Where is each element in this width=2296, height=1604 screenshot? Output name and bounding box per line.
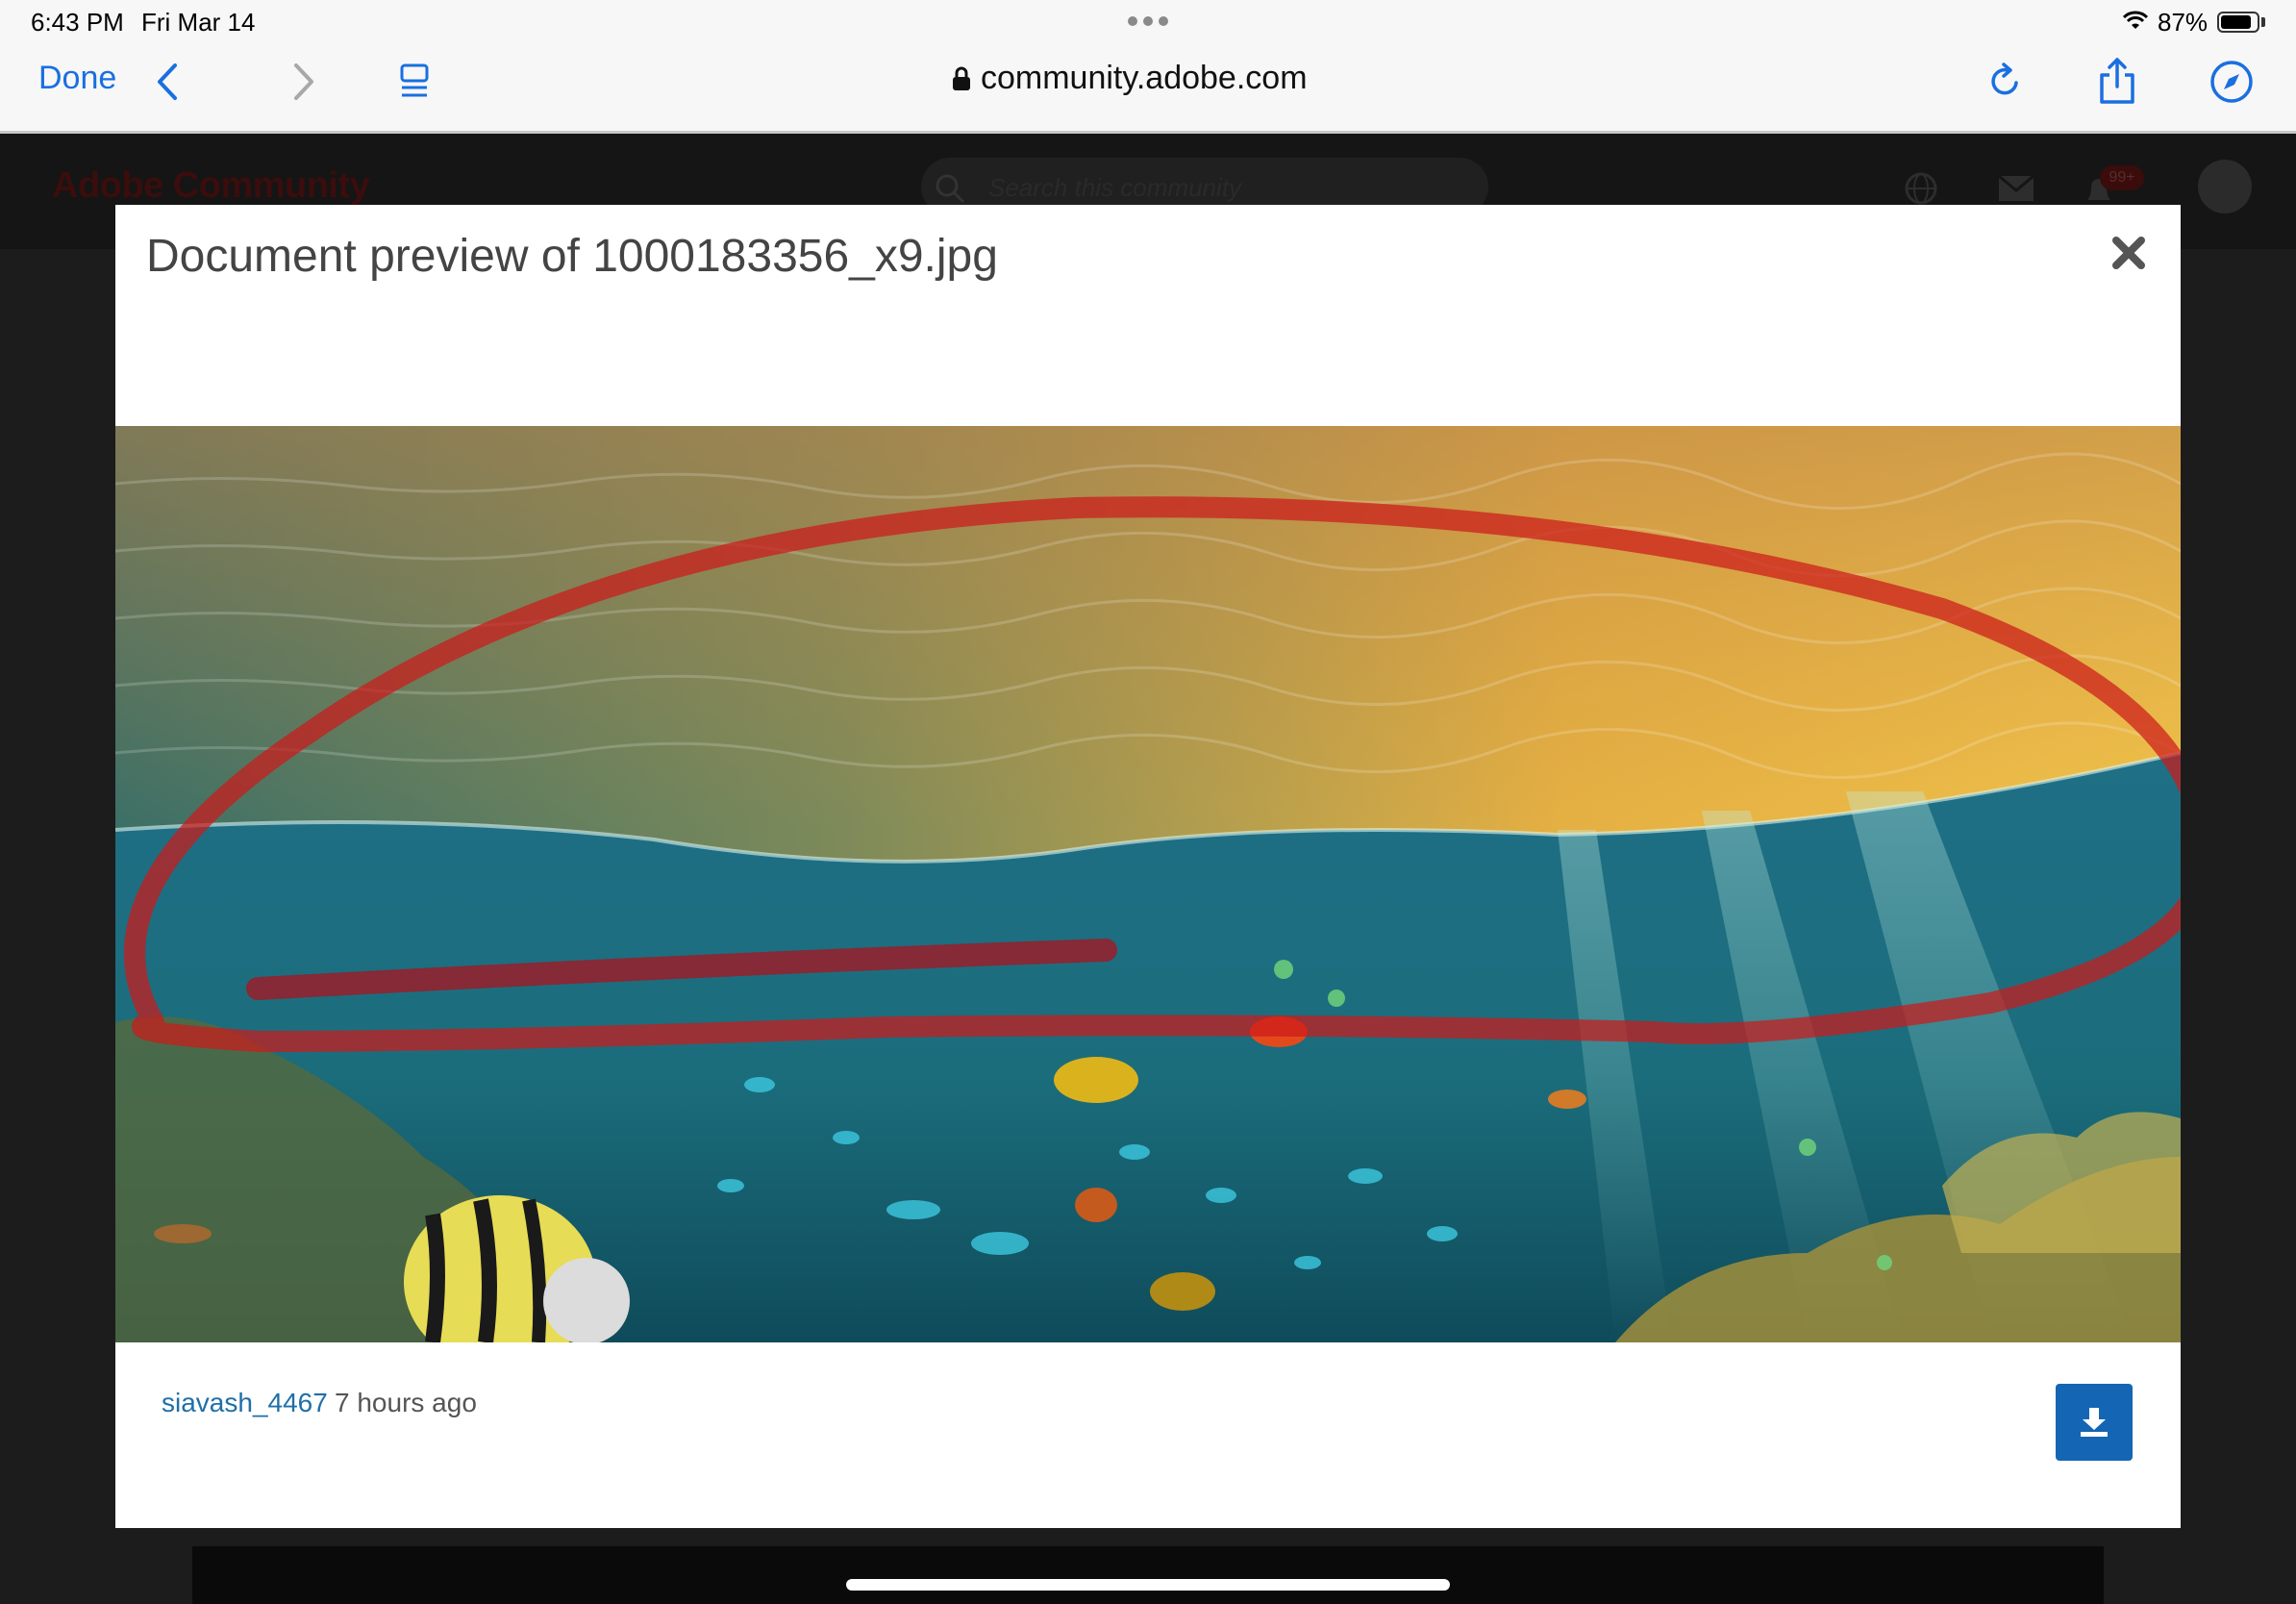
browser-toolbar: 6:43 PM Fri Mar 14 87% Done community.ad… (0, 0, 2296, 134)
status-date: Fri Mar 14 (141, 8, 256, 37)
lock-icon (953, 66, 970, 90)
forward-chevron-icon[interactable] (292, 62, 315, 102)
notification-badge: 99+ (2100, 165, 2144, 190)
compass-icon[interactable] (2209, 60, 2254, 104)
posted-time: 7 hours ago (335, 1388, 477, 1417)
globe-icon (1905, 172, 1937, 205)
reader-list-icon[interactable] (398, 63, 431, 100)
home-indicator[interactable] (846, 1579, 1450, 1591)
url-text: community.adobe.com (981, 60, 1308, 96)
download-button[interactable] (2056, 1384, 2133, 1461)
status-time: 6:43 PM (31, 8, 124, 37)
author-link[interactable]: siavash_4467 (162, 1388, 328, 1418)
done-button[interactable]: Done (38, 60, 116, 97)
image-preview (115, 426, 2181, 1342)
background-page-content (192, 1546, 2104, 1604)
ocean-image (115, 426, 2181, 1342)
multitasking-dots-icon[interactable] (1125, 13, 1171, 31)
avatar (2198, 160, 2252, 213)
share-icon[interactable] (2096, 56, 2138, 106)
mail-icon (1998, 175, 2034, 201)
battery-icon (2217, 12, 2259, 33)
reload-icon[interactable] (1986, 62, 2023, 100)
wifi-icon (2122, 11, 2149, 29)
back-chevron-icon[interactable] (156, 62, 179, 102)
document-preview-modal: Document preview of 1000183356_x9.jpg si… (115, 205, 2181, 1528)
battery-percent: 87% (2158, 8, 2209, 37)
close-icon[interactable] (2111, 236, 2146, 270)
address-bar[interactable]: community.adobe.com (952, 60, 1308, 97)
background-search-placeholder: Search this community (988, 173, 1241, 202)
download-icon (2081, 1408, 2108, 1437)
modal-title: Document preview of 1000183356_x9.jpg (146, 231, 998, 282)
brand-logo: Adobe Community (52, 165, 370, 206)
search-icon (936, 174, 965, 204)
